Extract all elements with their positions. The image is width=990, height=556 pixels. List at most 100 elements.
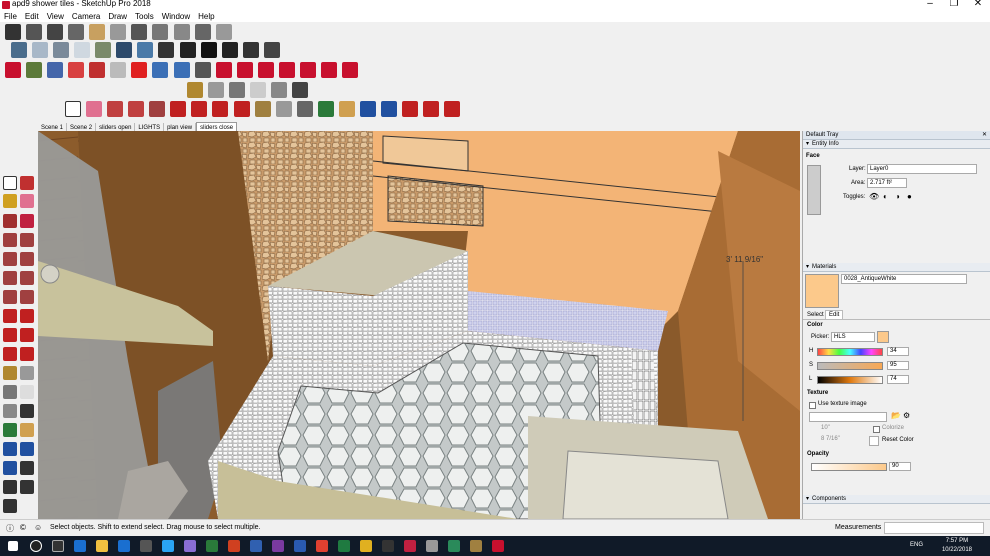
section-plane-icon[interactable] <box>3 499 17 513</box>
model-viewport[interactable]: 3' 11 9/16" <box>38 131 800 519</box>
cast-shadow-icon[interactable]: ◐ <box>883 192 888 201</box>
app-icon-7[interactable] <box>426 540 438 552</box>
face-swatch[interactable] <box>807 165 821 215</box>
texture-width[interactable]: 10" <box>821 425 830 431</box>
pan-tool-icon[interactable] <box>20 423 34 437</box>
offset-icon[interactable] <box>20 347 34 361</box>
user-status-icon[interactable]: ☺ <box>34 523 42 532</box>
extension-icon-3[interactable] <box>236 62 253 78</box>
help-icon[interactable] <box>47 24 64 40</box>
arc-icon[interactable] <box>128 101 145 117</box>
push-pull-icon[interactable] <box>170 101 187 117</box>
view-right-icon[interactable] <box>152 24 169 40</box>
circle-tool-icon[interactable] <box>3 252 17 266</box>
ie-icon[interactable] <box>74 540 86 552</box>
rectangle-icon[interactable] <box>149 101 166 117</box>
app-icon-2[interactable] <box>206 540 218 552</box>
rectangle-tool-icon[interactable] <box>3 233 17 247</box>
material-name-field[interactable]: 0028_AntiqueWhite <box>841 274 967 284</box>
pencil-icon[interactable] <box>107 101 124 117</box>
texture-path-field[interactable] <box>809 412 887 422</box>
windows-start-icon[interactable] <box>8 541 18 551</box>
orbit-icon[interactable] <box>317 101 334 117</box>
rotated-rectangle-icon[interactable] <box>20 233 34 247</box>
text-icon[interactable] <box>250 82 267 98</box>
shaded-textures-icon[interactable] <box>116 42 133 58</box>
freehand-tool-icon[interactable] <box>20 214 34 228</box>
house-icon[interactable] <box>200 42 217 58</box>
layer-select[interactable]: Layer0 <box>867 164 977 174</box>
gear-icon[interactable] <box>5 24 21 40</box>
clock[interactable]: 7:57 PM 10/22/2018 <box>942 537 972 555</box>
hue-slider[interactable] <box>817 348 883 356</box>
use-texture-checkbox[interactable] <box>809 402 816 409</box>
maximize-button[interactable]: ❐ <box>944 0 964 9</box>
save-icon[interactable] <box>47 62 64 78</box>
dimension-tool-icon[interactable] <box>20 366 34 380</box>
skype-icon[interactable] <box>162 540 174 552</box>
protractor-icon[interactable] <box>229 82 246 98</box>
eraser-tool-icon[interactable] <box>20 194 34 208</box>
word-icon[interactable] <box>294 540 306 552</box>
rotate-icon[interactable] <box>212 101 229 117</box>
extension-icon-9[interactable] <box>402 101 418 117</box>
saturation-slider[interactable] <box>817 362 883 370</box>
extension-icon-5[interactable] <box>278 62 295 78</box>
dimension-icon[interactable] <box>208 82 225 98</box>
pie-icon[interactable] <box>20 290 34 304</box>
view-left-icon[interactable] <box>194 24 211 40</box>
text-tool-icon[interactable] <box>275 101 292 117</box>
paint-bucket-tool-icon[interactable] <box>3 194 17 208</box>
wireframe-icon[interactable] <box>53 42 70 58</box>
opacity-slider[interactable] <box>811 463 887 471</box>
standard-view-iso-icon[interactable] <box>89 24 106 40</box>
scale-tool-icon[interactable] <box>3 347 17 361</box>
erase-icon[interactable] <box>131 62 148 78</box>
shaded-icon[interactable] <box>95 42 112 58</box>
search-icon[interactable] <box>30 540 42 552</box>
monochrome-icon[interactable] <box>137 42 154 58</box>
tab-select[interactable]: Select <box>807 312 824 318</box>
chrome-icon[interactable] <box>316 540 328 552</box>
close-button[interactable]: ✕ <box>968 0 988 9</box>
hue-value[interactable]: 34 <box>887 347 909 356</box>
lightness-slider[interactable] <box>817 376 883 384</box>
extension-icon-4[interactable] <box>257 62 274 78</box>
app-icon-8[interactable] <box>448 540 460 552</box>
extension-warehouse-icon[interactable] <box>221 42 238 58</box>
store-icon[interactable] <box>140 540 152 552</box>
app-icon-3[interactable] <box>228 540 240 552</box>
outlook-icon[interactable] <box>250 540 262 552</box>
move-icon[interactable] <box>191 101 208 117</box>
zoom-extents-icon[interactable] <box>380 101 397 117</box>
extension-icon-1[interactable] <box>5 62 21 78</box>
extension-icon-6[interactable] <box>299 62 316 78</box>
materials-header[interactable]: ▾ Materials <box>803 263 990 272</box>
receive-shadow-icon[interactable]: ◑ <box>895 192 900 201</box>
open-icon[interactable] <box>26 62 43 78</box>
hidden-line-icon[interactable] <box>74 42 91 58</box>
components-header[interactable]: ▾ Components <box>803 495 990 504</box>
extension-icon-8[interactable] <box>342 62 358 78</box>
layout-icon[interactable] <box>263 42 280 58</box>
reset-color-label[interactable]: Reset Color <box>882 437 914 443</box>
tape-measure-tool-icon[interactable] <box>3 366 17 380</box>
follow-me-icon[interactable] <box>20 328 34 342</box>
share-model-icon[interactable] <box>179 42 196 58</box>
task-view-icon[interactable] <box>52 540 64 552</box>
axes-icon[interactable] <box>271 82 288 98</box>
3d-text-tool-icon[interactable] <box>20 404 34 418</box>
position-camera-icon[interactable] <box>20 461 34 475</box>
line-tool-icon[interactable] <box>3 214 17 228</box>
geo-location-icon[interactable]: ⓘ <box>6 523 14 534</box>
copy-icon[interactable] <box>89 62 106 78</box>
picker-select[interactable]: HLS <box>831 332 875 342</box>
app-icon-5[interactable] <box>382 540 394 552</box>
zoom-extents-tool-icon[interactable] <box>3 461 17 475</box>
app-icon-1[interactable] <box>184 540 196 552</box>
visibility-toggle-icon[interactable]: 👁 <box>869 192 879 201</box>
colorize-checkbox[interactable] <box>873 426 880 433</box>
make-component-icon[interactable] <box>20 176 34 190</box>
walk-icon[interactable] <box>3 480 17 494</box>
file-explorer-icon[interactable] <box>96 540 108 552</box>
